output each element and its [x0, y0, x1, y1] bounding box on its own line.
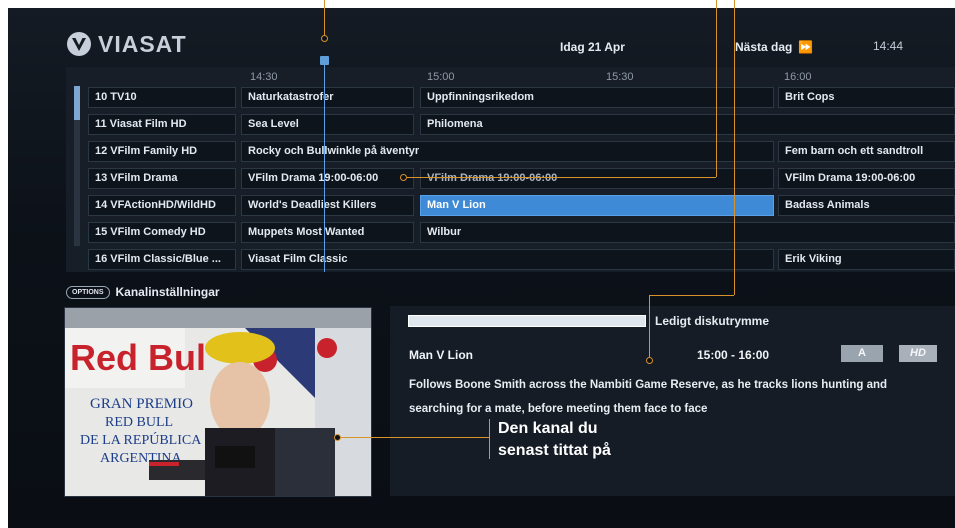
channel-15[interactable]: 15 VFilm Comedy HD	[88, 222, 236, 243]
live-preview: Red Bul GRAN PREMIO RED BULL DE LA REPÚB…	[64, 307, 372, 497]
channel-10[interactable]: 10 TV10	[88, 87, 236, 108]
preview-video-image: Red Bul GRAN PREMIO RED BULL DE LA REPÚB…	[65, 308, 371, 496]
program-cell-selected[interactable]: Man V Lion	[420, 195, 774, 216]
options-button-icon: OPTIONS	[66, 285, 110, 299]
disk-space-bar	[408, 315, 646, 327]
svg-text:DE LA REPÚBLICA: DE LA REPÚBLICA	[80, 431, 202, 448]
leader-dot-info	[646, 357, 653, 364]
viasat-logo: VIASAT	[66, 30, 187, 58]
viasat-v-icon	[67, 32, 91, 56]
program-cell[interactable]: VFilm Drama 19:00-06:00	[420, 168, 774, 189]
options-label: Kanalinställningar	[115, 285, 220, 299]
next-day-label: Nästa dag	[735, 40, 793, 54]
leader-line-info	[734, 0, 735, 295]
program-cell[interactable]: Viasat Film Classic	[241, 249, 774, 270]
svg-text:RED BULL: RED BULL	[105, 415, 173, 430]
program-cell[interactable]: Sea Level	[241, 114, 414, 135]
program-cell[interactable]: Fem barn och ett sandtroll	[778, 141, 955, 162]
leader-line-now	[324, 0, 325, 38]
time-label: 15:00	[427, 71, 455, 83]
program-cell[interactable]: Naturkatastrofer	[241, 87, 414, 108]
channel-11[interactable]: 11 Viasat Film HD	[88, 114, 236, 135]
fast-forward-icon: ⏩	[798, 40, 814, 54]
program-title: Man V Lion	[409, 348, 473, 362]
svg-text:GRAN PREMIO: GRAN PREMIO	[90, 396, 193, 412]
program-cell[interactable]: Philomena	[420, 114, 955, 135]
program-cell[interactable]: Badass Animals	[778, 195, 955, 216]
program-cell[interactable]: VFilm Drama 19:00-06:00	[778, 168, 955, 189]
leader-line-info-v2	[649, 295, 650, 358]
brand-name: VIASAT	[98, 30, 187, 57]
time-label: 15:30	[606, 71, 634, 83]
program-time: 15:00 - 16:00	[697, 348, 770, 362]
now-line	[324, 60, 325, 272]
scrollbar-thumb[interactable]	[74, 86, 80, 120]
hd-badge: HD	[899, 345, 937, 362]
annotation-bracket	[489, 419, 490, 459]
channel-13[interactable]: 13 VFilm Drama	[88, 168, 236, 189]
guide-scrollbar[interactable]	[74, 86, 80, 246]
disk-space-label: Ledigt diskutrymme	[655, 314, 770, 328]
leader-line-guide	[716, 0, 717, 177]
program-cell[interactable]: World's Deadliest Killers	[241, 195, 414, 216]
clock: 14:44	[873, 39, 904, 53]
options-hint[interactable]: OPTIONS Kanalinställningar	[66, 285, 220, 299]
program-cell[interactable]: Brit Cops	[778, 87, 955, 108]
annotation-dot	[334, 434, 341, 441]
program-cell[interactable]: Uppfinningsrikedom	[420, 87, 774, 108]
annotation-leader	[340, 437, 489, 438]
leader-line-info-h	[649, 295, 734, 296]
annotation-line-2: senast tittat på	[498, 442, 611, 459]
program-cell[interactable]: Muppets Most Wanted	[241, 222, 414, 243]
leader-line-guide-h	[407, 177, 716, 178]
program-description: Follows Boone Smith across the Nambiti G…	[409, 379, 888, 415]
program-cell[interactable]: Rocky och Bullwinkle på äventyr	[241, 141, 774, 162]
time-label: 16:00	[784, 71, 812, 83]
leader-dot-guide	[400, 174, 407, 181]
time-label: 14:30	[250, 71, 278, 83]
program-cell[interactable]: Erik Viking	[778, 249, 955, 270]
rating-badge: A	[841, 345, 883, 362]
channel-12[interactable]: 12 VFilm Family HD	[88, 141, 236, 162]
leader-dot-now	[321, 35, 328, 42]
now-marker	[320, 56, 329, 65]
annotation-line-1: Den kanal du	[498, 420, 598, 437]
channel-14[interactable]: 14 VFActionHD/WildHD	[88, 195, 236, 216]
current-date: Idag 21 Apr	[560, 40, 625, 54]
svg-text:Red Bul: Red Bul	[70, 337, 206, 378]
channel-16[interactable]: 16 VFilm Classic/Blue ...	[88, 249, 236, 270]
program-cell[interactable]: VFilm Drama 19:00-06:00	[241, 168, 414, 189]
next-day-button[interactable]: Nästa dag ⏩	[735, 40, 813, 54]
program-cell[interactable]: Wilbur	[420, 222, 955, 243]
